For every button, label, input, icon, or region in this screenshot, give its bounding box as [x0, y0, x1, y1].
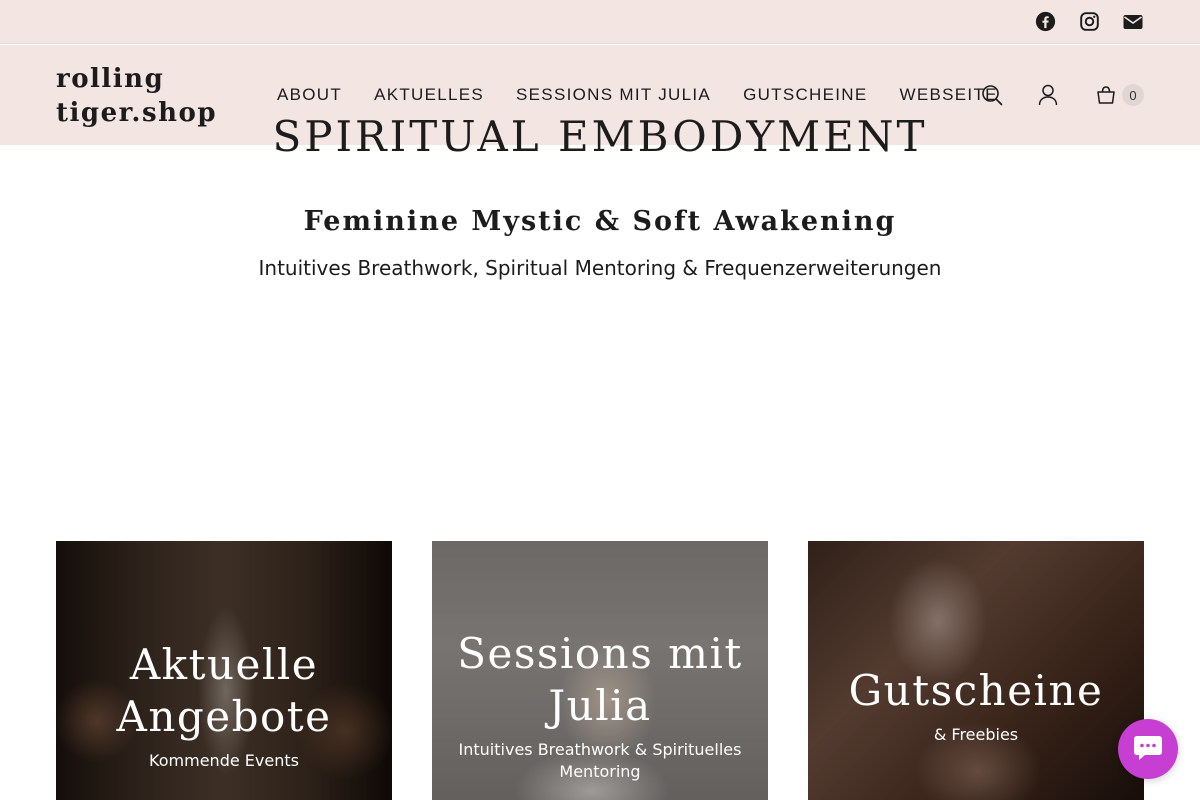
search-icon[interactable] — [980, 83, 1004, 107]
collection-cards: Aktuelle Angebote Kommende Events Sessio… — [56, 541, 1144, 800]
hero-text: Intuitives Breathwork, Spiritual Mentori… — [258, 256, 942, 280]
card-subtitle-line: Intuitives Breathwork & Spirituelles — [458, 740, 742, 759]
page-title: SPIRITUAL EMBODYMENT — [272, 112, 928, 161]
hero-subtitle: Feminine Mystic & Soft Awakening — [303, 206, 897, 237]
instagram-icon[interactable] — [1078, 11, 1100, 33]
card-subtitle: Kommende Events — [149, 751, 299, 770]
mail-icon[interactable] — [1122, 11, 1144, 33]
nav-aktuelles[interactable]: AKTUELLES — [374, 85, 484, 105]
chat-icon — [1133, 733, 1163, 766]
card-subtitle: Intuitives Breathwork & Spirituelles Men… — [452, 739, 748, 783]
cart-count-badge: 0 — [1122, 84, 1144, 106]
card-title-line: Aktuelle — [129, 640, 319, 689]
card-subtitle: & Freebies — [933, 725, 1019, 744]
card-gutscheine[interactable]: Gutscheine & Freebies — [808, 541, 1144, 800]
nav-sessions-mit-julia[interactable]: SESSIONS MIT JULIA — [516, 85, 711, 105]
card-title-line: Julia — [548, 681, 652, 730]
top-bar — [0, 0, 1200, 44]
card-subtitle-line: Mentoring — [559, 762, 641, 781]
nav-gutscheine[interactable]: GUTSCHEINE — [743, 85, 867, 105]
nav-about[interactable]: ABOUT — [277, 85, 342, 105]
cart-icon — [1094, 83, 1118, 107]
card-aktuelle-angebote[interactable]: Aktuelle Angebote Kommende Events — [56, 541, 392, 800]
card-sessions-mit-julia[interactable]: Sessions mit Julia Intuitives Breathwork… — [432, 541, 768, 800]
card-title: Sessions mit Julia — [432, 628, 768, 732]
card-title-line: Angebote — [116, 692, 332, 741]
card-title: Gutscheine — [848, 666, 1104, 715]
card-title: Aktuelle Angebote — [56, 639, 392, 743]
logo-line-1: rolling — [56, 64, 165, 94]
card-title-line: Sessions mit — [457, 629, 743, 678]
chat-button[interactable] — [1118, 719, 1178, 779]
cart-button[interactable]: 0 — [1094, 83, 1144, 107]
account-icon[interactable] — [1036, 83, 1060, 107]
facebook-icon[interactable] — [1034, 11, 1056, 33]
